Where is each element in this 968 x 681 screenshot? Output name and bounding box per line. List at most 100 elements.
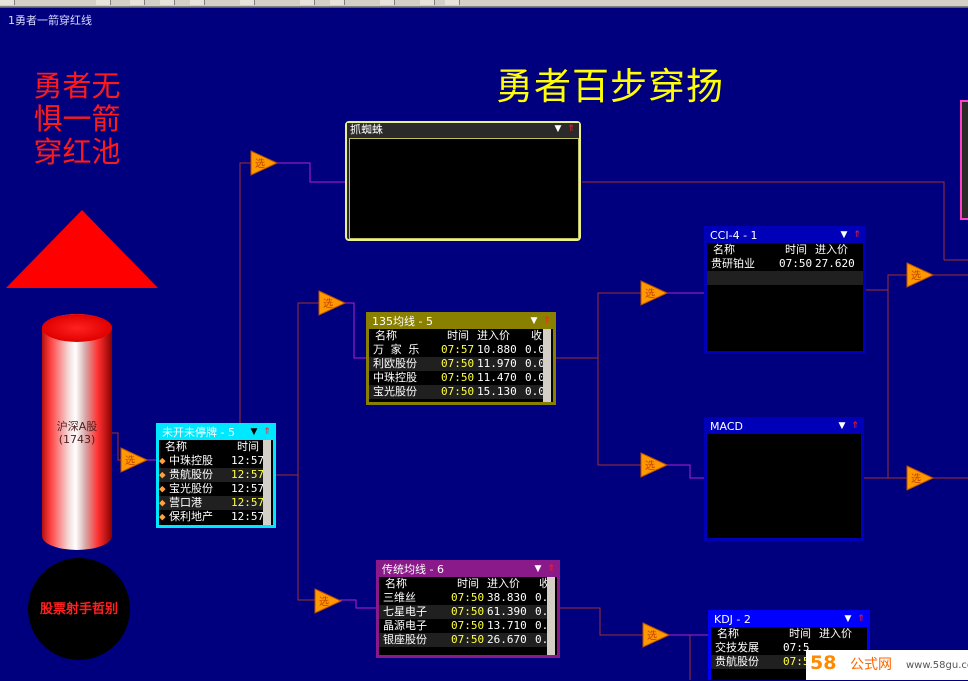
collapse-icon[interactable]: ▼ [553, 124, 563, 134]
filter-gate-icon[interactable]: 选 [640, 452, 668, 478]
panel-title: 传统均线 - 6 [382, 563, 444, 576]
header-extra: 收 [531, 329, 542, 342]
table-header: 名称 时间 [159, 440, 263, 454]
panel-body: 名称 时间 进入价 收 三维丝 07:50 38.830 0. 七星电子 07:50 61… [379, 577, 557, 655]
panel-title-bar[interactable]: KDJ - 2 ▼ ⇑ [711, 613, 867, 626]
watermark-brand-cn: 公式网 [850, 657, 892, 673]
scrollbar[interactable] [543, 329, 551, 402]
scrollbar[interactable] [547, 577, 555, 655]
header-time: 时间 [789, 627, 811, 640]
row-price: 15.130 [477, 385, 517, 398]
table-row[interactable]: 中珠控股 07:50 11.470 0.0 [369, 371, 545, 385]
filter-gate-icon[interactable]: 选 [318, 290, 346, 316]
watermark-brand: 58 [810, 652, 837, 674]
collapse-icon[interactable]: ▼ [249, 427, 259, 437]
header-name: 名称 [165, 440, 187, 453]
header-name: 名称 [385, 577, 407, 590]
table-row[interactable]: 贵研铂业 07:50 27.620 [707, 257, 863, 271]
table-row[interactable]: 七星电子 07:50 61.390 0. [379, 605, 548, 619]
table-row[interactable]: ◆ 宝光股份 12:57 [159, 482, 265, 496]
panel-traditional[interactable]: 传统均线 - 6 ▼ ⇑ 名称 时间 进入价 收 三维丝 07:50 38.830 0… [376, 560, 560, 658]
row-time: 12:57 [231, 482, 265, 495]
header-time: 时间 [447, 329, 469, 342]
filter-gate-icon[interactable]: 选 [120, 447, 148, 473]
table-row[interactable]: ◆ 贵航股份 12:57 [159, 468, 264, 482]
panel-title-bar[interactable]: CCI-4 - 1 ▼ ⇑ [707, 229, 863, 242]
empty-row [707, 271, 863, 285]
header-name: 名称 [717, 627, 739, 640]
row-extra: 0.0 [525, 357, 545, 370]
row-price: 11.970 [477, 357, 517, 370]
row-time: 07:50 [451, 605, 485, 618]
up-arrow-icon[interactable]: ⇑ [542, 316, 552, 326]
up-arrow-icon[interactable]: ⇑ [852, 230, 862, 240]
filter-gate-icon[interactable]: 选 [314, 588, 342, 614]
row-time: 12:57 [231, 496, 265, 509]
panel-body: 名称 时间 进入价 收 万 家 乐 07:57 10.880 0.0 利欧股份 07:5… [369, 329, 553, 402]
table-row[interactable]: ◆ 保利地产 12:57 [159, 510, 264, 524]
panel-macd[interactable]: MACD ▼ ⇑ [704, 417, 864, 541]
panel-offscreen[interactable] [960, 100, 968, 220]
header-name: 名称 [713, 243, 735, 256]
filter-gate-icon[interactable]: 选 [250, 150, 278, 176]
up-arrow-icon[interactable]: ⇑ [546, 564, 556, 574]
scrollbar[interactable] [263, 440, 271, 525]
up-arrow-icon[interactable]: ⇑ [262, 427, 272, 437]
row-name: 宝光股份 [373, 385, 417, 398]
up-arrow-icon[interactable]: ⇑ [566, 124, 576, 134]
row-name: 三维丝 [383, 591, 416, 604]
row-time: 07:50 [441, 357, 475, 370]
gate-glyph: 选 [911, 472, 921, 485]
collapse-icon[interactable]: ▼ [837, 421, 847, 431]
panel-ma135[interactable]: 135均线 - 5 ▼ ⇑ 名称 时间 进入价 收 万 家 乐 07:57 10.8… [366, 312, 556, 405]
row-name: 晶源电子 [383, 619, 427, 632]
panel-cci[interactable]: CCI-4 - 1 ▼ ⇑ 名称 时间 进入价 贵研铂业 07:50 27.620 [704, 226, 866, 354]
table-row[interactable]: 利欧股份 07:50 11.970 0.0 [369, 357, 545, 371]
gate-glyph: 选 [911, 269, 921, 282]
gate-glyph: 选 [645, 459, 655, 472]
gate-glyph: 选 [323, 297, 333, 310]
table-row[interactable]: 万 家 乐 07:57 10.880 0.0 [369, 343, 545, 357]
collapse-icon[interactable]: ▼ [843, 614, 853, 624]
filter-gate-icon[interactable]: 选 [906, 465, 934, 491]
filter-gate-icon[interactable]: 选 [640, 280, 668, 306]
table-row[interactable]: ◆ 营口港 12:57 [159, 496, 265, 510]
row-time: 07:57 [441, 343, 475, 356]
row-time: 07:50 [451, 633, 485, 646]
gate-glyph: 选 [125, 454, 135, 467]
up-arrow-icon[interactable]: ⇑ [856, 614, 866, 624]
header-time: 时间 [237, 440, 259, 453]
table-row[interactable]: 晶源电子 07:50 13.710 0. [379, 619, 548, 633]
row-name: 银座股份 [383, 633, 427, 646]
panel-body: 名称 时间 ◆ 中珠控股 12:57 ◆ 贵航股份 12:57 ◆ 宝光股份 12:57 ◆… [159, 440, 273, 525]
table-header: 名称 时间 进入价 [707, 243, 863, 257]
row-extra: 0.0 [525, 343, 545, 356]
panel-body: 名称 时间 进入价 贵研铂业 07:50 27.620 [707, 243, 863, 351]
row-name: 营口港 [169, 496, 202, 509]
table-row[interactable]: 三维丝 07:50 38.830 0. [379, 591, 548, 605]
panel-title-bar[interactable]: 抓蜘蛛 ▼ ⇑ [347, 123, 579, 136]
panel-title: 未开未停牌 - 5 [162, 426, 235, 439]
header-price: 进入价 [819, 627, 852, 640]
collapse-icon[interactable]: ▼ [529, 316, 539, 326]
panel-title-bar[interactable]: 传统均线 - 6 ▼ ⇑ [379, 563, 557, 576]
table-row[interactable]: ◆ 中珠控股 12:57 [159, 454, 264, 468]
filter-gate-icon[interactable]: 选 [642, 622, 670, 648]
collapse-icon[interactable]: ▼ [533, 564, 543, 574]
panel-zhizhu[interactable]: 抓蜘蛛 ▼ ⇑ [345, 121, 581, 241]
gate-glyph: 选 [319, 595, 329, 608]
row-price: 13.710 [487, 619, 527, 632]
panel-zhangting[interactable]: 未开未停牌 - 5 ▼ ⇑ 名称 时间 ◆ 中珠控股 12:57 ◆ 贵航股份 12:5… [156, 423, 276, 528]
panel-title-bar[interactable]: 未开未停牌 - 5 ▼ ⇑ [159, 426, 273, 439]
panel-title: 135均线 - 5 [372, 315, 433, 328]
header-price: 进入价 [477, 329, 510, 342]
table-row[interactable]: 银座股份 07:50 26.670 0. [379, 633, 548, 647]
up-arrow-icon[interactable]: ⇑ [850, 421, 860, 431]
row-name: 贵航股份 [715, 655, 759, 668]
header-price: 进入价 [815, 243, 848, 256]
panel-title-bar[interactable]: MACD ▼ ⇑ [707, 420, 861, 433]
table-row[interactable]: 宝光股份 07:50 15.130 0.0 [369, 385, 545, 399]
filter-gate-icon[interactable]: 选 [906, 262, 934, 288]
collapse-icon[interactable]: ▼ [839, 230, 849, 240]
panel-title-bar[interactable]: 135均线 - 5 ▼ ⇑ [369, 315, 553, 328]
